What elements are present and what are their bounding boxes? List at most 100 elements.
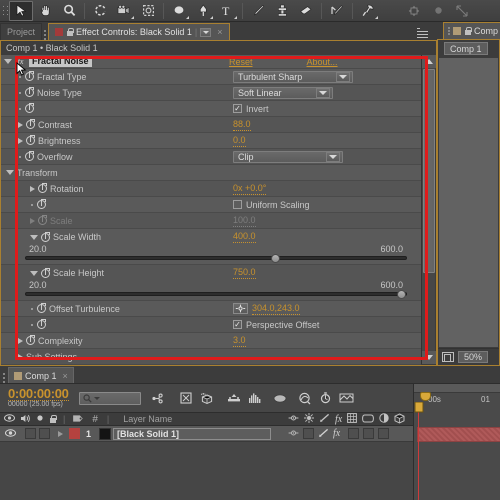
scroll-up-button[interactable] xyxy=(422,55,436,68)
property-row[interactable]: Fractal Type Turbulent Sharp xyxy=(1,69,421,85)
slider-control[interactable]: 20.0 600.0 xyxy=(25,244,407,263)
panel-menu-icon[interactable] xyxy=(417,28,429,38)
twirl-closed-icon[interactable] xyxy=(18,353,23,360)
eye-icon[interactable] xyxy=(4,414,15,424)
close-icon[interactable]: × xyxy=(217,27,222,37)
twirl-closed-icon[interactable] xyxy=(18,137,23,144)
motion-blur-layer-icon[interactable] xyxy=(362,414,375,425)
property-row[interactable]: Uniform Scaling xyxy=(1,197,421,213)
composition-mini-flowchart-icon[interactable] xyxy=(151,390,169,406)
timeline-grip[interactable] xyxy=(0,373,8,383)
twirl-closed-icon[interactable] xyxy=(18,121,23,128)
tab-effect-controls[interactable]: Effect Controls: Black Solid 1 | × xyxy=(48,23,230,40)
layer-visibility-toggle[interactable] xyxy=(5,428,16,439)
point-value[interactable]: 304.0,243.0 xyxy=(252,303,300,315)
stopwatch-icon[interactable] xyxy=(37,199,46,209)
dropdown-noise-type[interactable]: Soft Linear xyxy=(233,86,333,99)
stopwatch-icon[interactable] xyxy=(25,151,34,161)
layer-effects-icon[interactable]: fx xyxy=(333,428,340,439)
reset-button[interactable]: Reset xyxy=(229,57,253,67)
twirl-closed-icon[interactable] xyxy=(30,217,35,224)
label-icon[interactable] xyxy=(72,414,85,425)
twirl-open-icon[interactable] xyxy=(4,59,12,64)
property-row[interactable]: Scale 100.0 xyxy=(1,213,421,229)
type-tool[interactable]: T xyxy=(215,1,239,21)
scroll-down-button[interactable] xyxy=(422,351,436,364)
property-value[interactable]: 3.0 xyxy=(233,335,246,347)
pan-behind-tool[interactable] xyxy=(136,1,160,21)
zoom-tool[interactable] xyxy=(57,1,81,21)
layer-twirl-icon[interactable] xyxy=(58,430,63,437)
slider-track[interactable] xyxy=(25,290,407,299)
pen-tool[interactable] xyxy=(191,1,215,21)
layer-3d-toggle[interactable] xyxy=(378,428,390,439)
checkbox-invert[interactable]: ✓ xyxy=(233,104,242,113)
snapping-dot-icon[interactable] xyxy=(426,1,450,21)
property-row[interactable]: Brightness 0.0 xyxy=(1,133,421,149)
checkbox-uniform-scaling[interactable] xyxy=(233,200,242,209)
layer-motion-blur-toggle[interactable] xyxy=(363,428,375,439)
layer-label-color[interactable] xyxy=(69,428,80,439)
toolbar-grip[interactable] xyxy=(0,2,9,20)
chevron-down-icon[interactable] xyxy=(326,151,340,162)
lock-icon[interactable] xyxy=(66,28,75,36)
layer-solo-toggle[interactable] xyxy=(39,428,50,439)
auto-keyframe-icon[interactable] xyxy=(317,390,335,406)
column-header-layer-name[interactable]: Layer Name xyxy=(123,414,172,424)
tab-project[interactable]: Project xyxy=(0,23,43,40)
tab-composition[interactable]: Comp xyxy=(443,22,500,39)
property-row[interactable]: Scale Height 750.0 20.0 600.0 xyxy=(1,265,421,301)
checkbox-perspective-offset[interactable]: ✓ xyxy=(233,320,242,329)
twirl-closed-icon[interactable] xyxy=(30,185,35,192)
slider-track[interactable] xyxy=(25,254,407,263)
twirl-open-icon[interactable] xyxy=(6,170,14,175)
dropdown-fractal-type[interactable]: Turbulent Sharp xyxy=(233,70,353,83)
property-row[interactable]: Rotation 0x +0.0° xyxy=(1,181,421,197)
effects-icon[interactable]: fx xyxy=(335,414,342,425)
property-row[interactable]: ✓ Perspective Offset xyxy=(1,317,421,333)
chevron-down-icon[interactable] xyxy=(200,27,212,37)
3d-layer-icon[interactable] xyxy=(394,412,405,426)
stopwatch-icon[interactable] xyxy=(37,319,46,329)
point-picker-icon[interactable] xyxy=(233,303,248,314)
stopwatch-icon[interactable] xyxy=(38,215,47,225)
property-value[interactable]: 88.0 xyxy=(233,119,251,131)
current-timecode[interactable]: 0:00:00:00 xyxy=(8,387,69,401)
property-value[interactable]: 100.0 xyxy=(233,215,256,227)
layer-collapse-toggle[interactable] xyxy=(303,428,314,439)
draft-3d-icon[interactable] xyxy=(177,390,195,406)
property-row[interactable]: ✓ Invert xyxy=(1,101,421,117)
twirl-closed-icon[interactable] xyxy=(18,337,23,344)
property-row[interactable]: Noise Type Soft Linear xyxy=(1,85,421,101)
stopwatch-icon[interactable] xyxy=(25,103,34,113)
property-row[interactable]: Complexity 3.0 xyxy=(1,333,421,349)
layer-frame-blend-toggle[interactable] xyxy=(348,428,360,439)
property-value[interactable]: 750.0 xyxy=(233,267,256,279)
timeline-graph-area[interactable] xyxy=(413,412,500,500)
graph-editor-icon[interactable] xyxy=(296,390,314,406)
property-row[interactable]: Contrast 88.0 xyxy=(1,117,421,133)
property-value[interactable]: 400.0 xyxy=(233,231,256,243)
quality-icon[interactable] xyxy=(319,413,330,425)
property-value[interactable]: 0x +0.0° xyxy=(233,183,267,195)
stopwatch-icon[interactable] xyxy=(41,267,50,278)
stopwatch-icon[interactable] xyxy=(41,231,50,242)
property-row[interactable]: Sub Settings xyxy=(1,349,421,365)
layer-audio-toggle[interactable] xyxy=(25,428,36,439)
solo-icon[interactable] xyxy=(36,414,44,424)
layer-quality-icon[interactable] xyxy=(318,428,329,440)
clone-stamp-tool[interactable] xyxy=(270,1,294,21)
comp-lock-icon[interactable] xyxy=(464,27,472,35)
eraser-tool[interactable] xyxy=(294,1,318,21)
chevron-down-icon[interactable] xyxy=(336,71,350,82)
frame-blending-icon[interactable] xyxy=(225,390,243,406)
puppet-pin-tool[interactable] xyxy=(356,1,380,21)
property-row[interactable]: Scale Width 400.0 20.0 600.0 xyxy=(1,229,421,265)
camera-view-icon[interactable] xyxy=(442,352,454,362)
property-row[interactable]: Transform xyxy=(1,165,421,181)
about-button[interactable]: About... xyxy=(307,57,338,67)
slider-control[interactable]: 20.0 600.0 xyxy=(25,280,407,299)
roto-brush-tool[interactable] xyxy=(325,1,349,21)
twirl-open-icon[interactable] xyxy=(30,234,38,240)
shy-icon[interactable] xyxy=(288,414,299,424)
